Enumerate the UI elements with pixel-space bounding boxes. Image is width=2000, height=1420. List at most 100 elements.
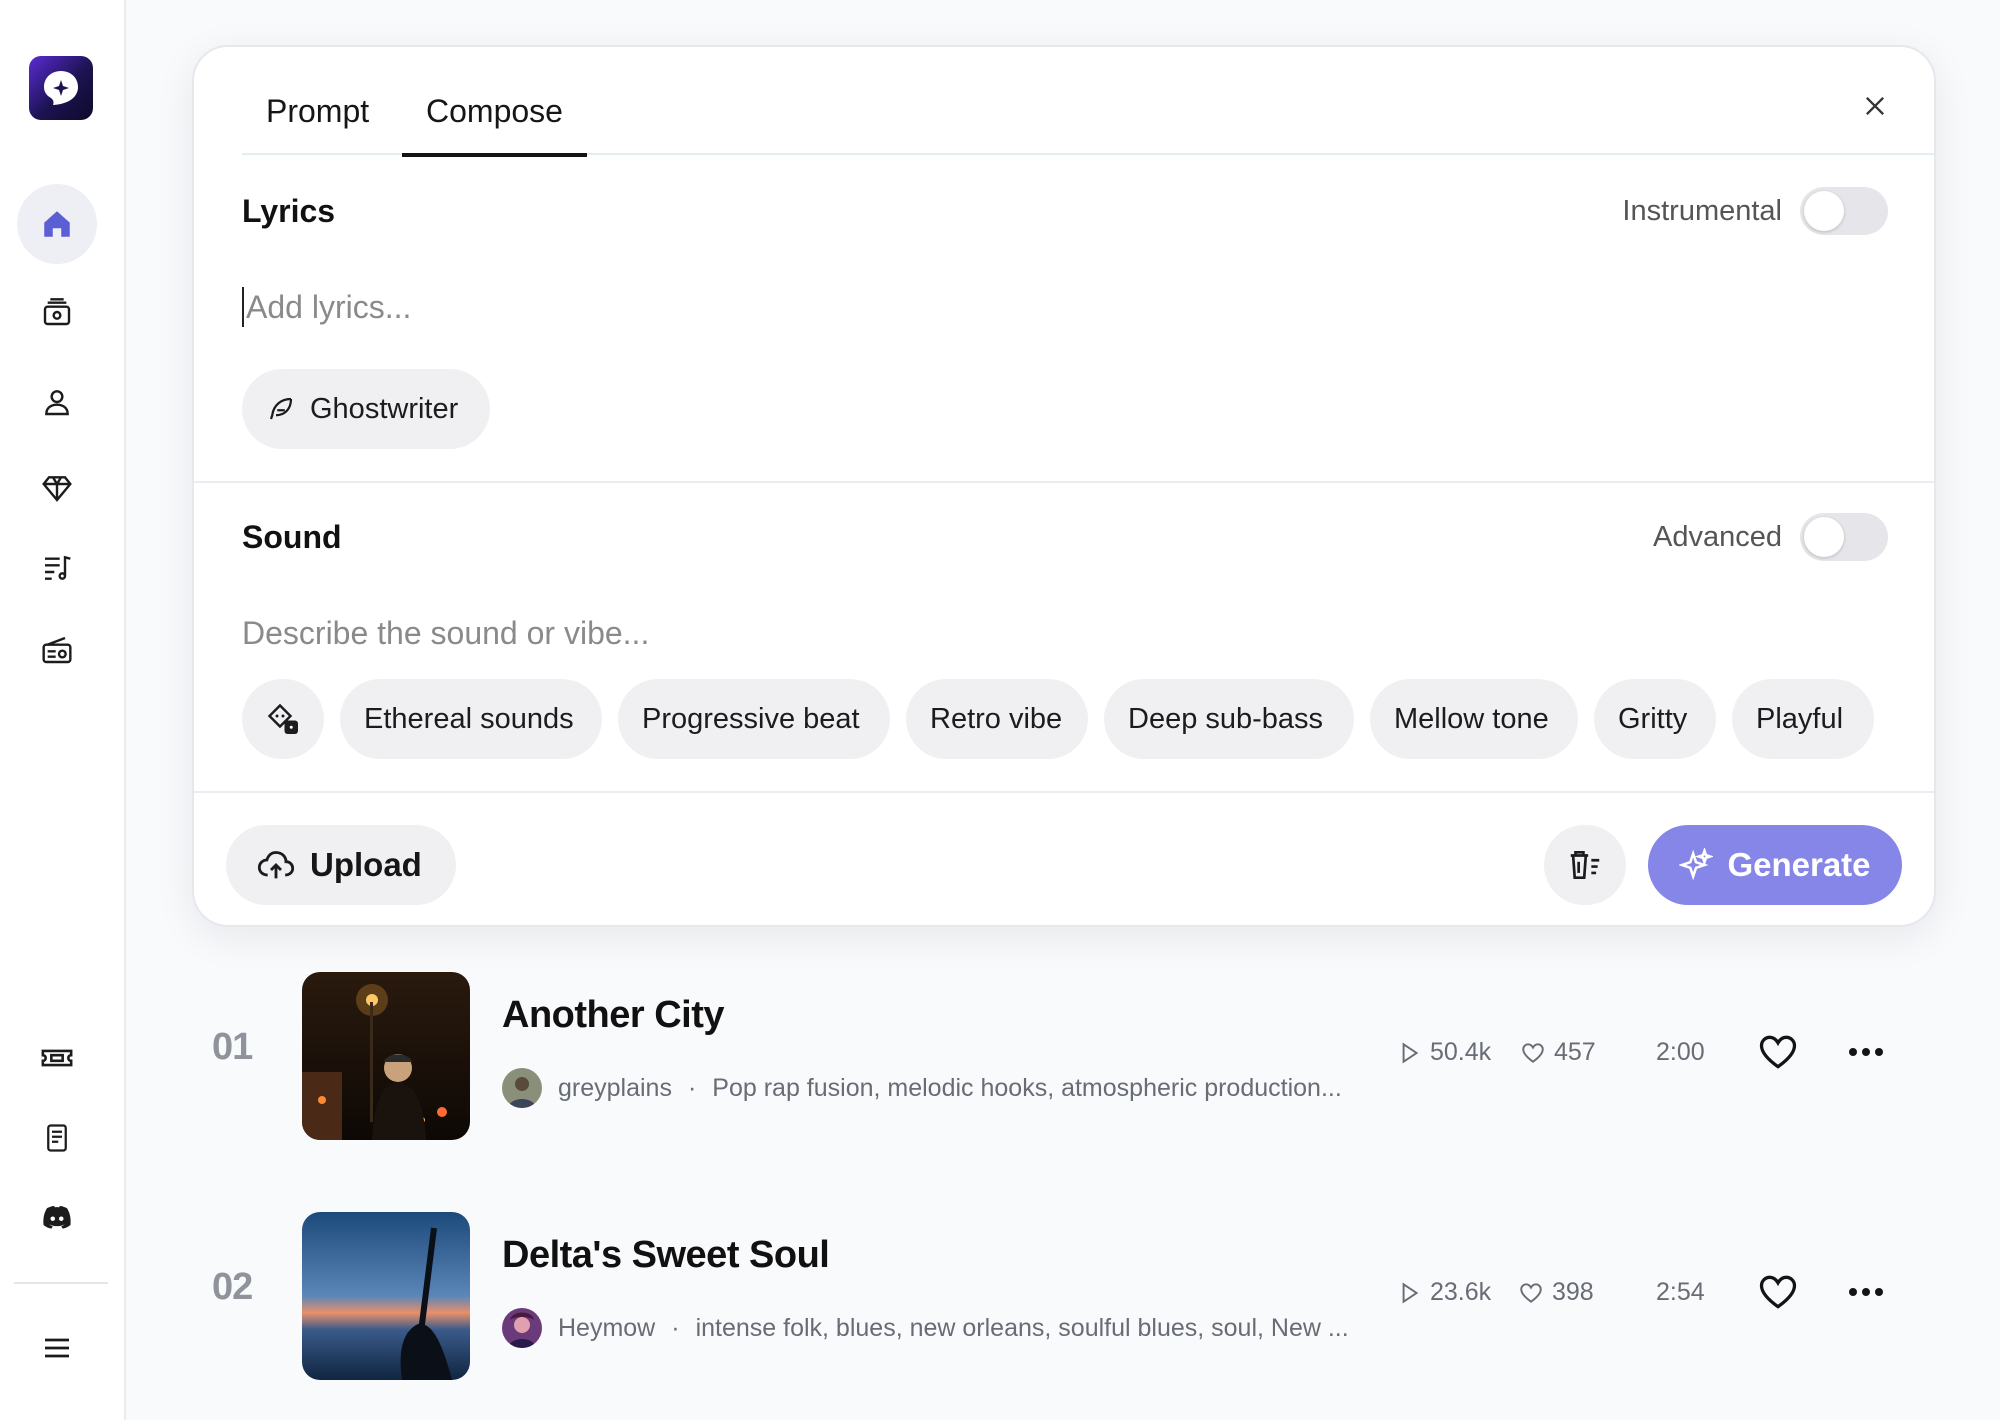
sparkle-icon bbox=[1679, 848, 1714, 881]
sidebar-item-radio[interactable] bbox=[17, 610, 97, 690]
generate-label: Generate bbox=[1727, 846, 1871, 883]
song-duration: 2:54 bbox=[1656, 1278, 1705, 1306]
cover-image bbox=[302, 1212, 470, 1380]
avatar-image bbox=[502, 1068, 542, 1108]
play-count: 23.6k bbox=[1396, 1278, 1491, 1307]
like-count-value: 457 bbox=[1554, 1038, 1596, 1066]
ghostwriter-label: Ghostwriter bbox=[310, 392, 459, 425]
style-chip[interactable]: Gritty bbox=[1594, 679, 1716, 759]
artist-name[interactable]: greyplains bbox=[558, 1074, 672, 1103]
like-button[interactable] bbox=[1748, 1262, 1808, 1322]
sidebar-item-tickets[interactable] bbox=[17, 1018, 97, 1098]
toggle-knob bbox=[1804, 517, 1844, 557]
heart-outline-icon bbox=[1522, 1042, 1544, 1063]
song-title[interactable]: Delta's Sweet Soul bbox=[502, 1234, 830, 1277]
more-options-button[interactable] bbox=[1836, 1022, 1896, 1082]
close-button[interactable] bbox=[1852, 83, 1898, 129]
sidebar-item-playlists[interactable] bbox=[17, 528, 97, 608]
style-chip[interactable]: Playful bbox=[1732, 679, 1874, 759]
like-count-value: 398 bbox=[1552, 1278, 1594, 1306]
play-count: 50.4k bbox=[1396, 1038, 1491, 1067]
ticket-icon bbox=[41, 1049, 73, 1067]
meta-separator: · bbox=[671, 1313, 680, 1342]
ghostwriter-button[interactable]: Ghostwriter bbox=[242, 369, 490, 449]
sidebar-item-discord[interactable] bbox=[17, 1178, 97, 1258]
footer-divider bbox=[194, 791, 1934, 793]
lyrics-heading: Lyrics bbox=[242, 193, 336, 229]
heart-icon bbox=[1759, 1275, 1797, 1309]
artist-avatar[interactable] bbox=[502, 1068, 542, 1108]
song-meta: greyplains · Pop rap fusion, melodic hoo… bbox=[502, 1068, 1342, 1108]
song-row[interactable]: 02 Delta's Sweet Soul Heymow · intense f… bbox=[200, 1212, 1900, 1382]
menu-icon bbox=[45, 1338, 69, 1358]
close-icon bbox=[1866, 97, 1884, 115]
sidebar bbox=[0, 0, 126, 1420]
like-count: 398 bbox=[1518, 1278, 1594, 1307]
like-count: 457 bbox=[1520, 1038, 1596, 1067]
upload-button[interactable]: Upload bbox=[226, 825, 456, 905]
instrumental-toggle[interactable] bbox=[1800, 187, 1888, 235]
logo-icon bbox=[44, 71, 78, 105]
sound-heading: Sound bbox=[242, 519, 342, 555]
like-button[interactable] bbox=[1748, 1022, 1808, 1082]
style-chip[interactable]: Deep sub-bass bbox=[1104, 679, 1354, 759]
clear-button[interactable] bbox=[1544, 825, 1626, 905]
sidebar-item-library[interactable] bbox=[17, 272, 97, 352]
song-meta: Heymow · intense folk, blues, new orlean… bbox=[502, 1308, 1349, 1348]
advanced-toggle[interactable] bbox=[1800, 513, 1888, 561]
tab-compose[interactable]: Compose bbox=[402, 89, 587, 157]
song-tags: intense folk, blues, new orleans, soulfu… bbox=[695, 1313, 1349, 1342]
style-chip[interactable]: Progressive beat bbox=[618, 679, 890, 759]
sidebar-menu-button[interactable] bbox=[17, 1308, 97, 1388]
app-logo[interactable] bbox=[29, 56, 93, 120]
song-row[interactable]: 01 Another City greyplains · Pop rap fus… bbox=[200, 972, 1900, 1142]
toggle-knob bbox=[1804, 191, 1844, 231]
lyrics-input[interactable]: Add lyrics... bbox=[242, 287, 1522, 327]
song-cover[interactable] bbox=[302, 1212, 470, 1380]
playlist-icon bbox=[45, 555, 71, 580]
play-icon bbox=[1402, 1042, 1419, 1063]
artist-name[interactable]: Heymow bbox=[558, 1314, 655, 1343]
song-title[interactable]: Another City bbox=[502, 994, 725, 1037]
radio-icon bbox=[42, 636, 72, 664]
song-rank: 01 bbox=[212, 1026, 253, 1068]
style-chip[interactable]: Retro vibe bbox=[906, 679, 1088, 759]
song-tags: Pop rap fusion, melodic hooks, atmospher… bbox=[712, 1073, 1342, 1102]
song-rank: 02 bbox=[212, 1266, 253, 1308]
sidebar-item-premium[interactable] bbox=[17, 448, 97, 528]
sidebar-item-home[interactable] bbox=[17, 184, 97, 264]
song-duration: 2:00 bbox=[1656, 1038, 1705, 1066]
style-chip[interactable]: Mellow tone bbox=[1370, 679, 1578, 759]
more-options-button[interactable] bbox=[1836, 1262, 1896, 1322]
random-style-button[interactable] bbox=[242, 679, 324, 759]
song-cover[interactable] bbox=[302, 972, 470, 1140]
heart-icon bbox=[1759, 1035, 1797, 1069]
play-icon bbox=[1402, 1282, 1419, 1303]
cover-image bbox=[302, 972, 470, 1140]
composer-tabs: Prompt Compose bbox=[242, 47, 1934, 157]
trash-icon bbox=[1570, 850, 1600, 880]
section-divider bbox=[194, 481, 1934, 483]
library-icon bbox=[43, 298, 71, 326]
home-icon bbox=[44, 211, 70, 237]
instrumental-label: Instrumental bbox=[1622, 195, 1782, 227]
advanced-label: Advanced bbox=[1653, 521, 1782, 553]
more-icon bbox=[1849, 1288, 1883, 1296]
style-chip[interactable]: Ethereal sounds bbox=[340, 679, 602, 759]
avatar-image bbox=[502, 1308, 542, 1348]
meta-separator: · bbox=[687, 1073, 697, 1102]
sidebar-item-docs[interactable] bbox=[17, 1098, 97, 1178]
upload-label: Upload bbox=[310, 846, 422, 883]
profile-icon bbox=[45, 390, 69, 416]
sidebar-divider bbox=[14, 1282, 108, 1284]
play-count-value: 23.6k bbox=[1430, 1278, 1492, 1306]
cloud-upload-icon bbox=[257, 851, 295, 879]
heart-outline-icon bbox=[1520, 1282, 1542, 1303]
sidebar-item-profile[interactable] bbox=[17, 362, 97, 442]
sound-input[interactable]: Describe the sound or vibe... bbox=[242, 613, 1522, 653]
play-count-value: 50.4k bbox=[1430, 1038, 1492, 1066]
tab-prompt[interactable]: Prompt bbox=[242, 89, 393, 155]
artist-avatar[interactable] bbox=[502, 1308, 542, 1348]
feather-icon bbox=[269, 397, 293, 420]
generate-button[interactable]: Generate bbox=[1648, 825, 1902, 905]
